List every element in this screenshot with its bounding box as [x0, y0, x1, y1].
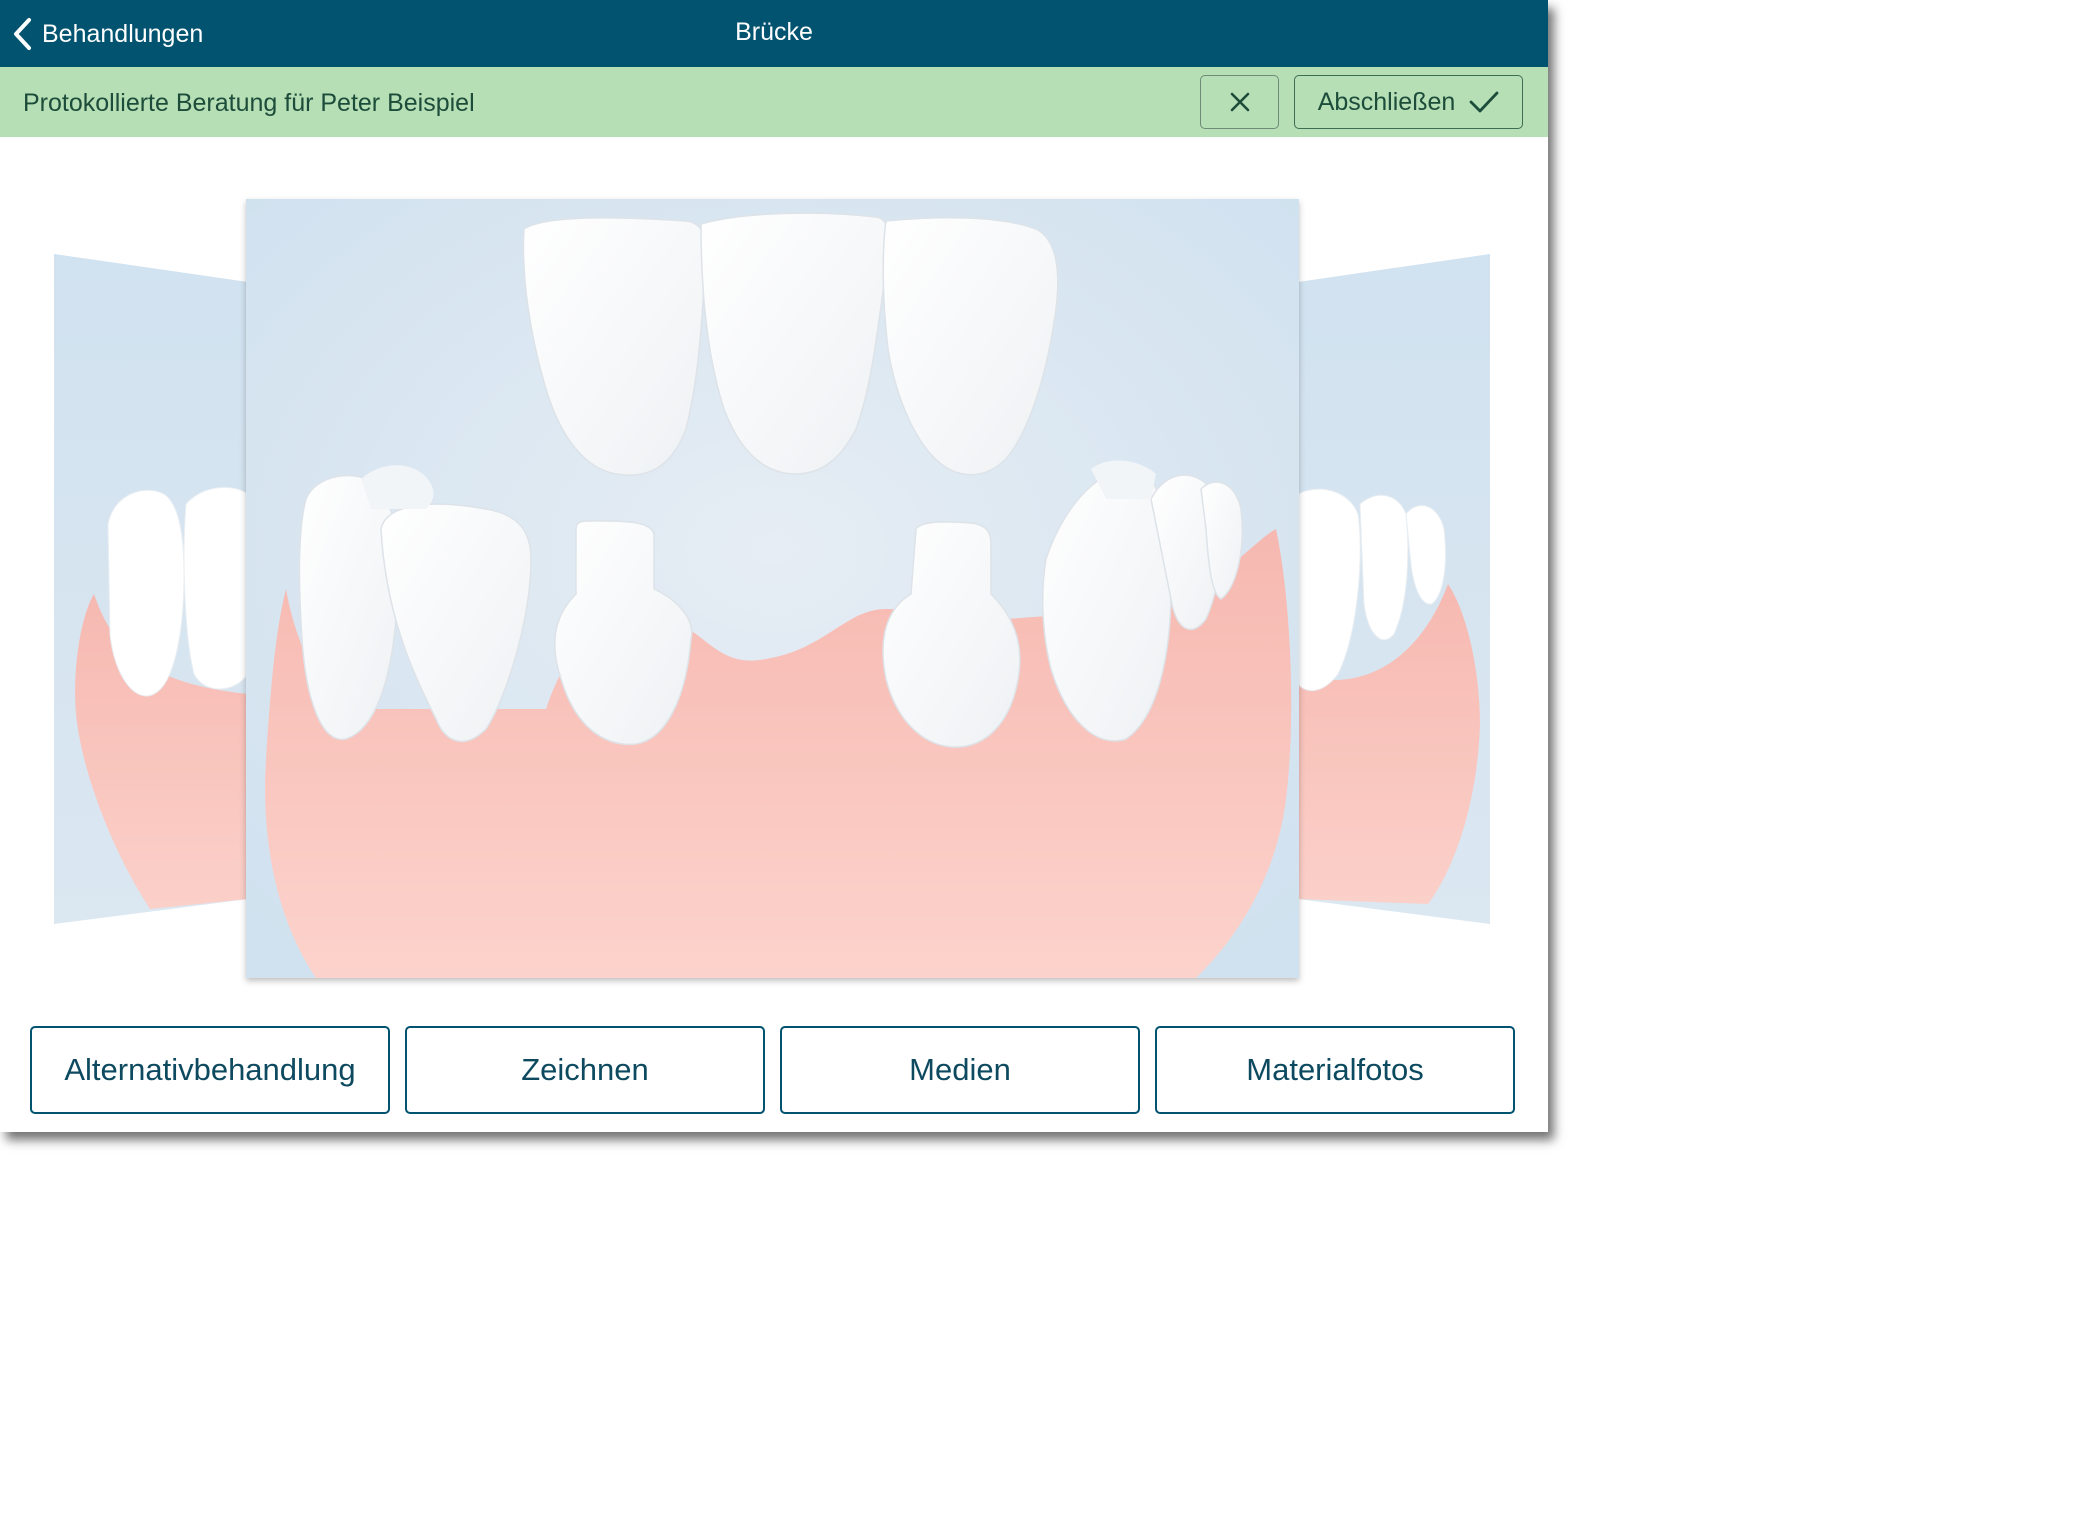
- app-window: Behandlungen Brücke Protokollierte Berat…: [0, 0, 1548, 1132]
- action-button-row: Alternativbehandlung Zeichnen Medien Mat…: [0, 1026, 1548, 1114]
- image-carousel[interactable]: [0, 137, 1548, 1017]
- media-button[interactable]: Medien: [780, 1026, 1140, 1114]
- alternative-treatment-button[interactable]: Alternativbehandlung: [30, 1026, 390, 1114]
- cancel-button[interactable]: [1200, 75, 1279, 129]
- session-bar: Protokollierte Beratung für Peter Beispi…: [0, 67, 1548, 137]
- finish-button-label: Abschließen: [1317, 87, 1456, 116]
- close-icon: [1230, 92, 1249, 112]
- draw-button[interactable]: Zeichnen: [405, 1026, 765, 1114]
- next-image-card[interactable]: [1298, 254, 1494, 927]
- checkmark-icon: [1469, 91, 1499, 113]
- navigation-bar: Behandlungen Brücke: [0, 0, 1548, 67]
- main-image-card[interactable]: [246, 199, 1299, 978]
- finish-button[interactable]: Abschließen: [1294, 75, 1523, 129]
- session-status-text: Protokollierte Beratung für Peter Beispi…: [23, 89, 475, 117]
- page-title: Brücke: [735, 18, 813, 46]
- previous-image-card[interactable]: [54, 254, 248, 927]
- material-photos-button[interactable]: Materialfotos: [1155, 1026, 1515, 1114]
